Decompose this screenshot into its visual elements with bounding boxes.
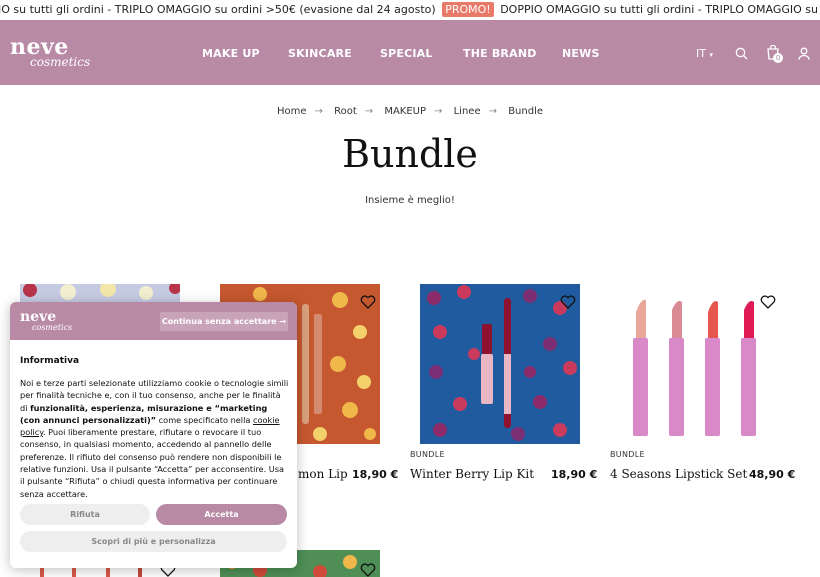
ticker-text-post: DOPPIO OMAGGIO su tutti gli ordini - TRI… <box>500 3 820 16</box>
heart-icon[interactable] <box>360 294 376 310</box>
search-icon[interactable] <box>735 47 748 60</box>
product-card[interactable]: BUNDLE Winter Berry Lip Kit 18,90 € <box>410 284 597 481</box>
cookie-brand-logo: neve cosmetics <box>20 309 73 332</box>
main-header: neve cosmetics MAKE UP SKINCARE SPECIAL … <box>0 20 820 85</box>
nav-special[interactable]: SPECIAL <box>380 47 433 60</box>
language-label: IT <box>696 47 706 60</box>
promo-ticker: IO su tutti gli ordini - TRIPLO OMAGGIO … <box>0 0 820 20</box>
continue-without-accepting-button[interactable]: Continua senza accettare → <box>160 312 288 331</box>
cookie-logo-word: neve <box>20 309 57 325</box>
arrow-right-icon: → <box>488 106 497 117</box>
cookie-text-part: . Puoi liberamente prestare, rifiutare o… <box>20 427 285 499</box>
page-title: Bundle <box>342 132 478 176</box>
user-account-icon[interactable] <box>798 47 810 60</box>
breadcrumb-home[interactable]: Home <box>277 106 307 117</box>
reject-button[interactable]: Rifiuta <box>20 504 150 525</box>
brand-logo[interactable]: neve cosmetics <box>10 34 91 69</box>
arrow-right-icon: → <box>314 106 323 117</box>
heart-icon[interactable] <box>360 562 376 577</box>
accept-button[interactable]: Accetta <box>156 504 287 525</box>
learn-more-customize-button[interactable]: Scopri di più e personalizza <box>20 531 287 552</box>
language-selector[interactable]: IT ▾ <box>696 47 713 60</box>
logo-subword: cosmetics <box>30 55 91 69</box>
heart-icon[interactable] <box>560 294 576 310</box>
nav-skincare[interactable]: SKINCARE <box>288 47 352 60</box>
nav-news[interactable]: NEWS <box>562 47 600 60</box>
product-name[interactable]: mon Lip <box>298 467 348 481</box>
cookie-dialog-header: neve cosmetics Continua senza accettare … <box>10 302 297 340</box>
chevron-down-icon: ▾ <box>709 51 713 59</box>
cookie-dialog-title: Informativa <box>20 356 80 366</box>
cart-count-badge: 0 <box>773 53 783 63</box>
cookie-dialog-text: Noi e terze parti selezionate utilizziam… <box>20 377 290 500</box>
cookie-consent-dialog: neve cosmetics Continua senza accettare … <box>10 302 297 568</box>
breadcrumb: Home → Root → MAKEUP → Linee → Bundle <box>0 106 820 117</box>
product-name[interactable]: 4 Seasons Lipstick Set <box>610 467 747 481</box>
arrow-right-icon: → <box>434 106 443 117</box>
product-card[interactable]: BUNDLE 4 Seasons Lipstick Set 48,90 € <box>610 284 795 481</box>
product-category: BUNDLE <box>410 450 445 459</box>
cookie-logo-subword: cosmetics <box>32 323 73 332</box>
breadcrumb-linee[interactable]: Linee <box>454 106 481 117</box>
breadcrumb-makeup[interactable]: MAKEUP <box>384 106 426 117</box>
logo-word: neve <box>10 34 69 60</box>
promo-badge: PROMO! <box>442 2 494 17</box>
heart-icon[interactable] <box>760 294 776 310</box>
breadcrumb-root[interactable]: Root <box>334 106 357 117</box>
product-image[interactable] <box>620 284 780 444</box>
product-price: 18,90 € <box>551 468 598 481</box>
cookie-text-part: come specificato nella <box>156 414 253 425</box>
nav-make-up[interactable]: MAKE UP <box>202 47 260 60</box>
page-subtitle: Insieme è meglio! <box>365 195 455 206</box>
product-price: 48,90 € <box>749 468 796 481</box>
arrow-right-icon: → <box>364 106 374 117</box>
product-price: 18,90 € <box>352 468 399 481</box>
product-image[interactable] <box>420 284 580 444</box>
cart-button[interactable]: 0 <box>765 44 785 64</box>
nav-the-brand[interactable]: THE BRAND <box>463 47 537 60</box>
ticker-text-pre: IO su tutti gli ordini - TRIPLO OMAGGIO … <box>0 3 436 16</box>
breadcrumb-bundle: Bundle <box>508 106 544 117</box>
product-name[interactable]: Winter Berry Lip Kit <box>410 467 534 481</box>
product-category: BUNDLE <box>610 450 645 459</box>
